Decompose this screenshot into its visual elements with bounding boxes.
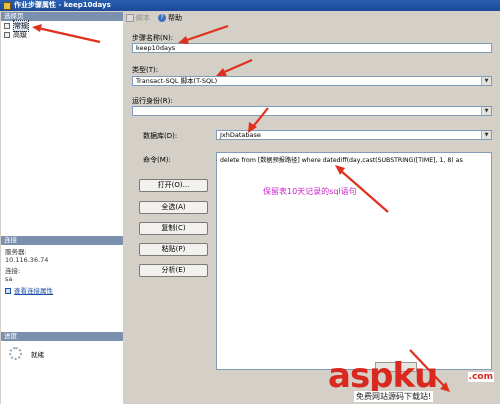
connection-section: 连接 服务器: 10.116.36.74 连接: sa 查看连接属性 [1,236,123,298]
watermark-tld: .com [467,372,494,382]
title-bar: 作业步骤属性 - keep10days [0,0,500,11]
parse-button[interactable]: 分析(E) [139,264,208,277]
job-step-properties-window: 作业步骤属性 - keep10days 选择页 常规 高级 连接 服务器: 10… [0,0,500,404]
connection-label: 连接: [5,267,21,275]
chevron-down-icon[interactable]: ▼ [481,131,491,139]
run-as-label: 运行身份(R): [132,97,173,105]
connection-properties-icon [5,288,11,294]
database-label: 数据库(D): [143,132,178,140]
main-pane: 脚本 ? 帮助 步骤名称(N): keep10days 类型(T): Trans… [123,12,500,404]
database-select[interactable]: JxhDatabase ▼ [216,130,492,140]
page-item-label: 高级 [13,30,27,39]
type-select[interactable]: Transact-SQL 脚本(T-SQL) ▼ [132,76,492,86]
watermark-brand: aspku [328,356,438,396]
page-icon [4,31,10,38]
paste-button[interactable]: 粘贴(P) [139,243,208,256]
window-app-icon [3,1,11,10]
page-item-advanced[interactable]: 高级 [1,30,123,39]
select-all-button[interactable]: 全选(A) [139,201,208,214]
open-button[interactable]: 打开(O)... [139,179,208,192]
step-name-input[interactable]: keep10days [132,43,492,53]
command-textarea[interactable]: delete from [数据预报路径] where datediff(day,… [216,152,492,370]
script-label: 脚本 [136,14,150,22]
toolbar: 脚本 ? 帮助 [123,12,500,24]
view-connection-properties-link[interactable]: 查看连接属性 [5,287,119,295]
help-button[interactable]: ? 帮助 [158,13,182,23]
database-select-value: JxhDatabase [220,131,261,139]
server-value: 10.116.36.74 [5,256,49,264]
run-as-select[interactable]: ▼ [132,106,492,116]
watermark-subtitle: 免费网站源码下载站! [354,391,434,402]
command-label: 命令(M): [143,156,171,164]
help-label: 帮助 [168,14,182,22]
progress-spinner-icon [9,347,22,360]
aspku-watermark: aspku .com 免费网站源码下载站! [328,358,500,404]
progress-header: 进度 [1,332,123,341]
help-icon: ? [158,14,166,22]
step-name-label: 步骤名称(N): [132,34,174,42]
chevron-down-icon[interactable]: ▼ [481,107,491,115]
left-pane: 选择页 常规 高级 连接 服务器: 10.116.36.74 连接: sa 查看… [1,12,124,404]
server-label: 服务器: [5,248,27,256]
progress-section: 进度 就绪 [1,332,123,366]
page-icon [4,22,10,29]
window-title: 作业步骤属性 - keep10days [14,1,111,9]
command-text: delete from [数据预报路径] where datediff(day,… [220,157,463,164]
copy-button[interactable]: 复制(C) [139,222,208,235]
type-select-value: Transact-SQL 脚本(T-SQL) [136,77,218,85]
view-connection-properties-label: 查看连接属性 [14,287,53,295]
annotation-text: 保留表10天记录的sql语句 [263,187,357,196]
connection-value: sa [5,275,13,283]
script-icon [126,14,134,22]
connection-header: 连接 [1,236,123,245]
script-button[interactable]: 脚本 [126,13,150,23]
type-label: 类型(T): [132,66,159,74]
progress-status: 就绪 [31,350,44,359]
chevron-down-icon[interactable]: ▼ [481,77,491,85]
